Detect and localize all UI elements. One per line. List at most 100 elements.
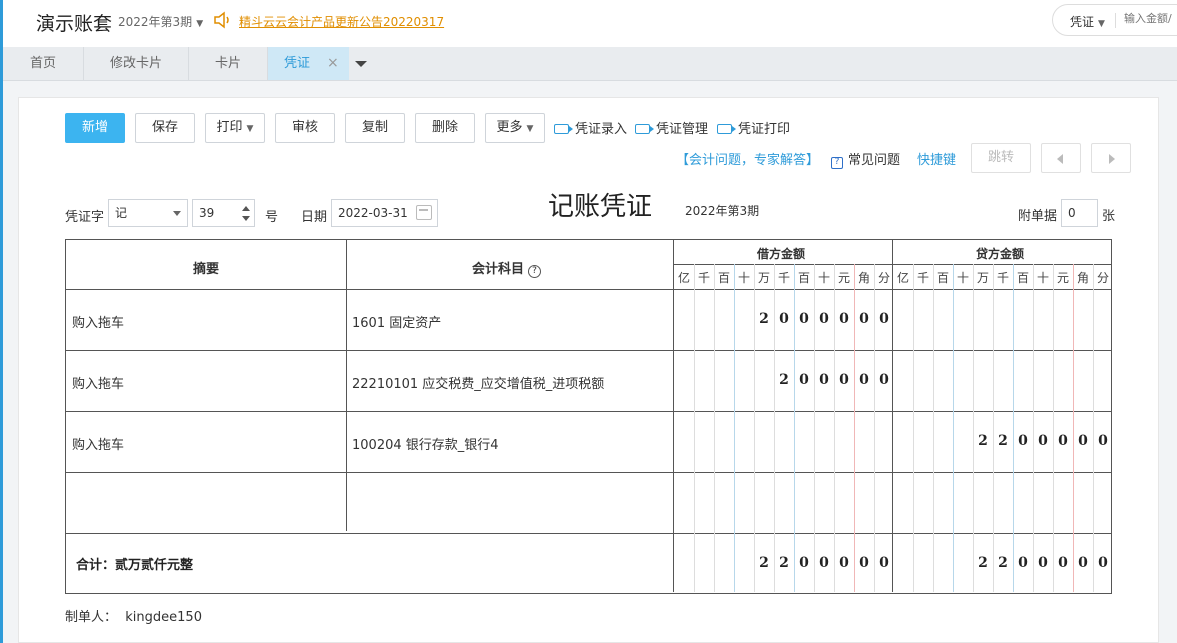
unit-header: 千 [916, 271, 929, 285]
date-label: 日期 [301, 210, 328, 225]
unit-divider [912, 264, 914, 592]
column-divider [346, 240, 347, 531]
new-button[interactable]: 新增 [65, 113, 125, 143]
attachment-count-input[interactable]: 0 [1061, 199, 1098, 227]
voucher-number-value: 39 [199, 206, 215, 220]
expert-help-link[interactable]: 【会计问题，专家解答】 [676, 149, 819, 168]
total-digit: 0 [879, 555, 889, 571]
voucher-entry-link[interactable]: 凭证录入 [554, 118, 627, 137]
caret-down-icon: ▼ [1098, 19, 1105, 29]
prev-voucher-button[interactable] [1041, 143, 1081, 173]
voucher-word-label: 凭证字 [65, 210, 105, 225]
shortcut-link[interactable]: 快捷键 [917, 149, 956, 168]
total-digit: 2 [779, 555, 789, 571]
print-label: 打印 [216, 120, 243, 135]
unit-divider [992, 264, 994, 592]
jump-button[interactable]: 跳转 [971, 143, 1031, 173]
column-header-account-label: 会计科目 [472, 262, 525, 277]
delete-button[interactable]: 删除 [415, 113, 475, 143]
tab-voucher-label: 凭证 [284, 56, 311, 71]
unit-header: 千 [777, 271, 790, 285]
close-icon[interactable]: × [327, 47, 339, 80]
unit-divider [1072, 264, 1074, 592]
faq-link[interactable]: ? 常见问题 [831, 149, 900, 169]
period-selector[interactable]: 2022年第3期 ▼ [118, 13, 203, 30]
total-digit: 2 [759, 555, 769, 571]
column-header-debit: 借方金额 [757, 247, 806, 261]
voucher-entry-label: 凭证录入 [575, 122, 628, 137]
header-divider [673, 264, 1111, 265]
voucher-print-label: 凭证打印 [738, 122, 791, 137]
unit-header: 亿 [896, 271, 909, 285]
search-box: 凭证 ▼ [1052, 4, 1177, 36]
save-button[interactable]: 保存 [135, 113, 195, 143]
spin-down-icon[interactable] [242, 216, 250, 221]
account-cell[interactable]: 1601 固定资产 [352, 312, 441, 331]
amount-digit: 2 [759, 311, 769, 327]
unit-divider [1052, 264, 1054, 592]
row-divider [66, 411, 1111, 412]
amount-digit: 0 [839, 311, 849, 327]
next-voucher-button[interactable] [1091, 143, 1131, 173]
date-input[interactable]: 2022-03-31 [331, 199, 438, 227]
caret-down-icon: ▼ [526, 124, 534, 134]
unit-header: 万 [976, 271, 989, 285]
summary-cell[interactable]: 购入拖车 [72, 312, 124, 331]
summary-cell[interactable]: 购入拖车 [72, 434, 124, 453]
amount-digit: 0 [879, 372, 889, 388]
voucher-word-select[interactable]: 记 [108, 199, 188, 227]
voucher-manage-link[interactable]: 凭证管理 [635, 118, 708, 137]
spin-up-icon[interactable] [242, 206, 250, 211]
total-digit: 0 [839, 555, 849, 571]
unit-header: 十 [956, 271, 969, 285]
search-input[interactable] [1124, 12, 1177, 25]
more-button[interactable]: 更多 ▼ [485, 113, 545, 143]
maker-value: kingdee150 [125, 610, 202, 625]
tab-home[interactable]: 首页 [3, 47, 83, 80]
voucher-print-link[interactable]: 凭证打印 [717, 118, 790, 137]
amount-digit: 2 [779, 372, 789, 388]
unit-header: 十 [737, 271, 750, 285]
attachment-label: 附单据 [1018, 209, 1058, 224]
caret-down-icon: ▼ [246, 124, 254, 134]
date-value: 2022-03-31 [338, 206, 408, 220]
speaker-icon [214, 11, 229, 29]
unit-header: 分 [1096, 271, 1109, 285]
account-cell[interactable]: 100204 银行存款_银行4 [352, 434, 499, 453]
copy-button[interactable]: 复制 [345, 113, 405, 143]
divider [1115, 13, 1116, 28]
voucher-period: 2022年第3期 [685, 204, 760, 218]
amount-digit: 0 [1078, 433, 1088, 449]
update-notice-link[interactable]: 精斗云云会计产品更新公告20220317 [239, 13, 444, 30]
unit-header: 角 [1076, 271, 1089, 285]
more-label: 更多 [496, 120, 523, 135]
audit-button[interactable]: 审核 [275, 113, 335, 143]
maker-label: 制单人： [65, 610, 118, 625]
calendar-icon[interactable] [416, 205, 432, 220]
amount-digit: 0 [859, 311, 869, 327]
row-divider [66, 533, 1111, 534]
row-divider [66, 472, 1111, 473]
total-digit: 2 [998, 555, 1008, 571]
app-title[interactable]: 演示账套 [36, 9, 112, 36]
tab-bar: 首页 修改卡片 卡片 凭证 × [3, 47, 1177, 81]
amount-digit: 0 [779, 311, 789, 327]
voucher-number-stepper[interactable]: 39 [192, 199, 255, 227]
tab-card[interactable]: 卡片 [189, 47, 267, 80]
print-button[interactable]: 打印 ▼ [205, 113, 265, 143]
unit-header: 千 [697, 271, 710, 285]
help-icon[interactable]: ? [528, 265, 542, 278]
tab-more-dropdown-icon[interactable] [349, 47, 373, 80]
amount-digit: 2 [998, 433, 1008, 449]
summary-cell[interactable]: 购入拖车 [72, 373, 124, 392]
total-digit: 0 [1058, 555, 1068, 571]
unit-divider [1012, 264, 1014, 592]
faq-label: 常见问题 [848, 153, 901, 168]
search-type-selector[interactable]: 凭证 ▼ [1070, 13, 1105, 30]
total-digit: 0 [1038, 555, 1048, 571]
tab-edit-card[interactable]: 修改卡片 [84, 47, 188, 80]
unit-header: 十 [1036, 271, 1049, 285]
unit-divider [693, 264, 695, 592]
account-cell[interactable]: 22210101 应交税费_应交增值税_进项税额 [352, 373, 604, 392]
column-header-account: 会计科目? [472, 258, 542, 278]
